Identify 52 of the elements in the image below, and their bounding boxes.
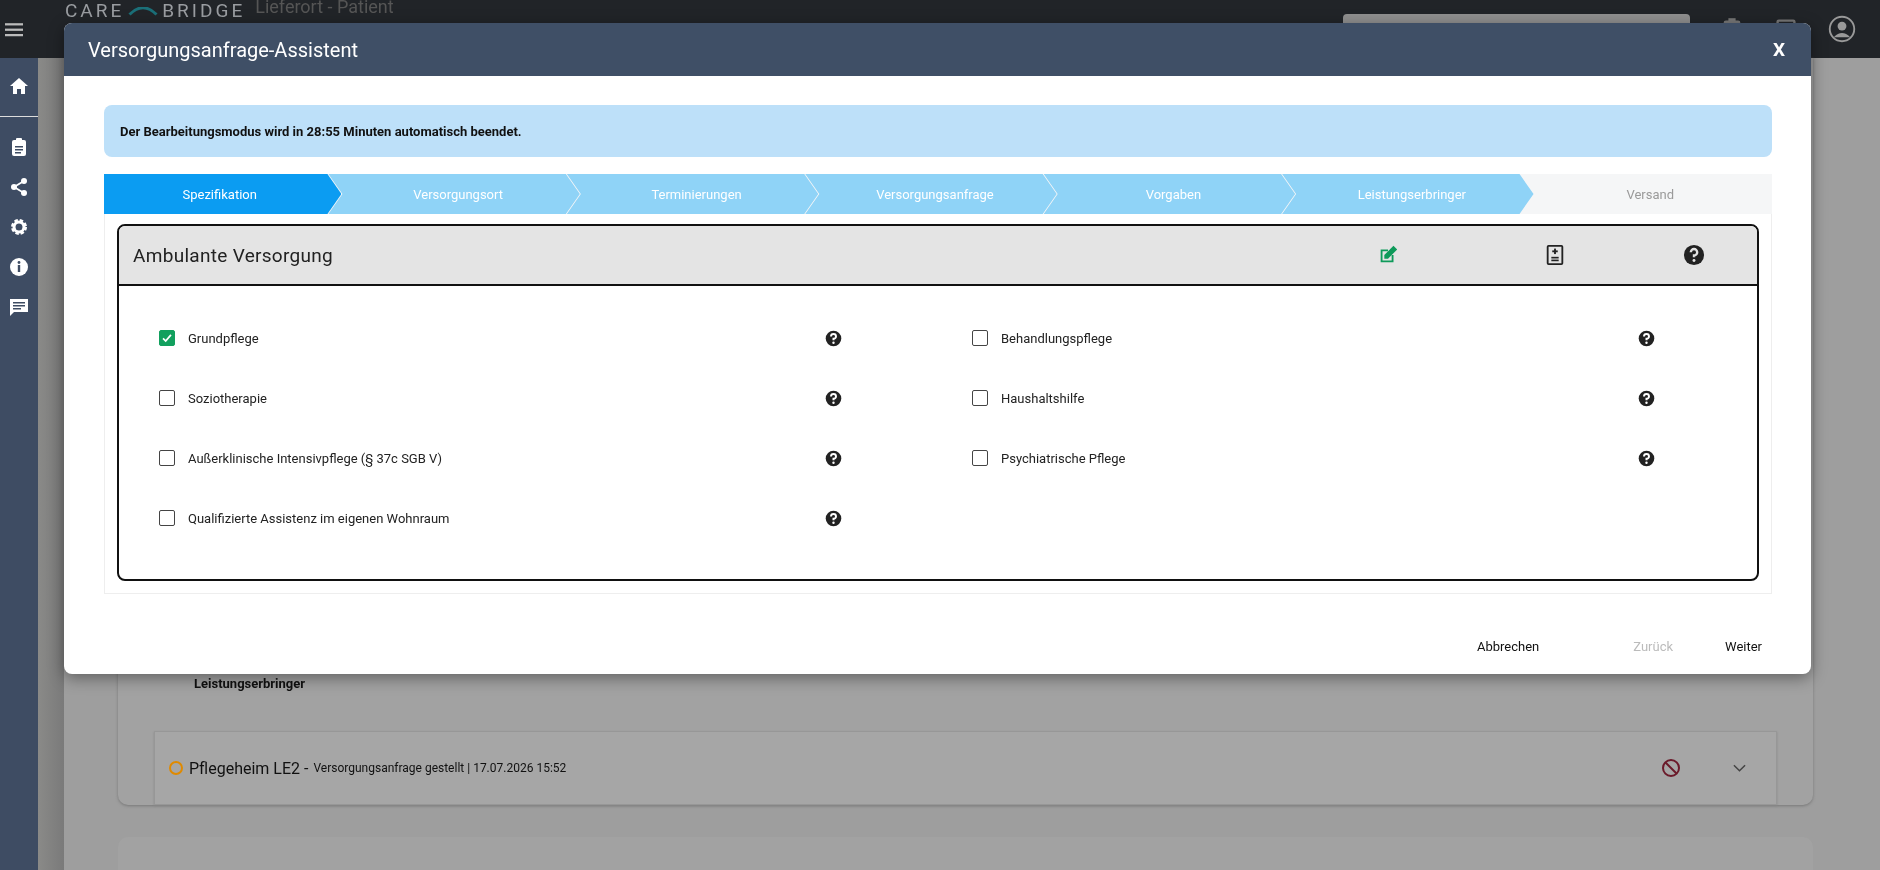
home-icon[interactable]	[9, 76, 29, 96]
option-label: Grundpflege	[188, 330, 259, 346]
wizard-step[interactable]: Vorgaben	[1043, 174, 1296, 214]
section-label: Leistungserbringer	[194, 676, 307, 691]
help-icon[interactable]	[825, 509, 842, 527]
help-icon[interactable]	[1638, 449, 1655, 467]
provider-status: Versorgungsanfrage gestellt | 17.07.2026 15:52	[313, 761, 567, 775]
document-icon[interactable]	[1544, 244, 1566, 266]
checkbox[interactable]	[159, 390, 175, 406]
option-label: Außerklinische Intensivpflege (§ 37c SGB V)	[188, 450, 442, 466]
dialog-button[interactable]: Abbrechen	[1476, 635, 1540, 658]
share-icon[interactable]	[9, 177, 29, 197]
help-icon[interactable]	[1638, 329, 1655, 347]
menu-icon[interactable]	[5, 21, 23, 37]
dialog-title: Versorgungsanfrage-Assistent	[88, 37, 358, 62]
info-icon[interactable]	[9, 257, 29, 277]
section-title: Ambulante Versorgung	[133, 243, 334, 267]
checkbox[interactable]	[159, 510, 175, 526]
chevron-down-icon[interactable]	[1733, 764, 1746, 772]
option-label: Soziotherapie	[188, 390, 267, 406]
wizard-step[interactable]: Spezifikation	[104, 174, 342, 214]
option-label: Psychiatrische Pflege	[1001, 450, 1126, 466]
help-icon[interactable]	[825, 389, 842, 407]
checkbox[interactable]	[159, 330, 175, 346]
user-icon[interactable]	[1828, 15, 1856, 43]
checkbox[interactable]	[972, 450, 988, 466]
provider-name: Pflegeheim LE2 -	[189, 758, 309, 778]
option-label: Qualifizierte Assistenz im eigenen Wohnraum	[188, 510, 450, 526]
close-button[interactable]: X	[1772, 38, 1785, 61]
clipboard-icon[interactable]	[9, 137, 29, 157]
wizard-step[interactable]: Leistungserbringer	[1282, 174, 1534, 214]
provider-panel[interactable]: Pflegeheim LE2 - Versorgungsanfrage gestellt | 17.07.2026 15:52	[154, 731, 1777, 805]
dialog-button[interactable]: Weiter	[1725, 635, 1762, 658]
help-icon[interactable]	[1638, 389, 1655, 407]
settings-icon[interactable]	[9, 217, 29, 237]
help-icon[interactable]	[825, 449, 842, 467]
wizard-step[interactable]: Terminierungen	[566, 174, 819, 214]
wizard-step[interactable]: Versorgungsort	[328, 174, 580, 214]
option-label: Behandlungspflege	[1001, 330, 1113, 346]
logo-swoosh-icon	[128, 6, 159, 16]
ban-icon[interactable]	[1661, 758, 1681, 778]
logo-text: CARE	[65, 0, 125, 22]
checkbox[interactable]	[972, 390, 988, 406]
alert-text: Der Bearbeitungsmodus wird in 28:55 Minuten automatisch beendet.	[120, 123, 522, 139]
logo-text: BRIDGE	[162, 0, 246, 22]
help-icon[interactable]	[1683, 244, 1705, 266]
option-label: Haushaltshilfe	[1001, 390, 1085, 406]
checkbox[interactable]	[972, 330, 988, 346]
message-icon[interactable]	[9, 297, 29, 317]
wizard-step[interactable]: Versorgungsanfrage	[805, 174, 1057, 214]
help-icon[interactable]	[825, 329, 842, 347]
checkbox[interactable]	[159, 450, 175, 466]
